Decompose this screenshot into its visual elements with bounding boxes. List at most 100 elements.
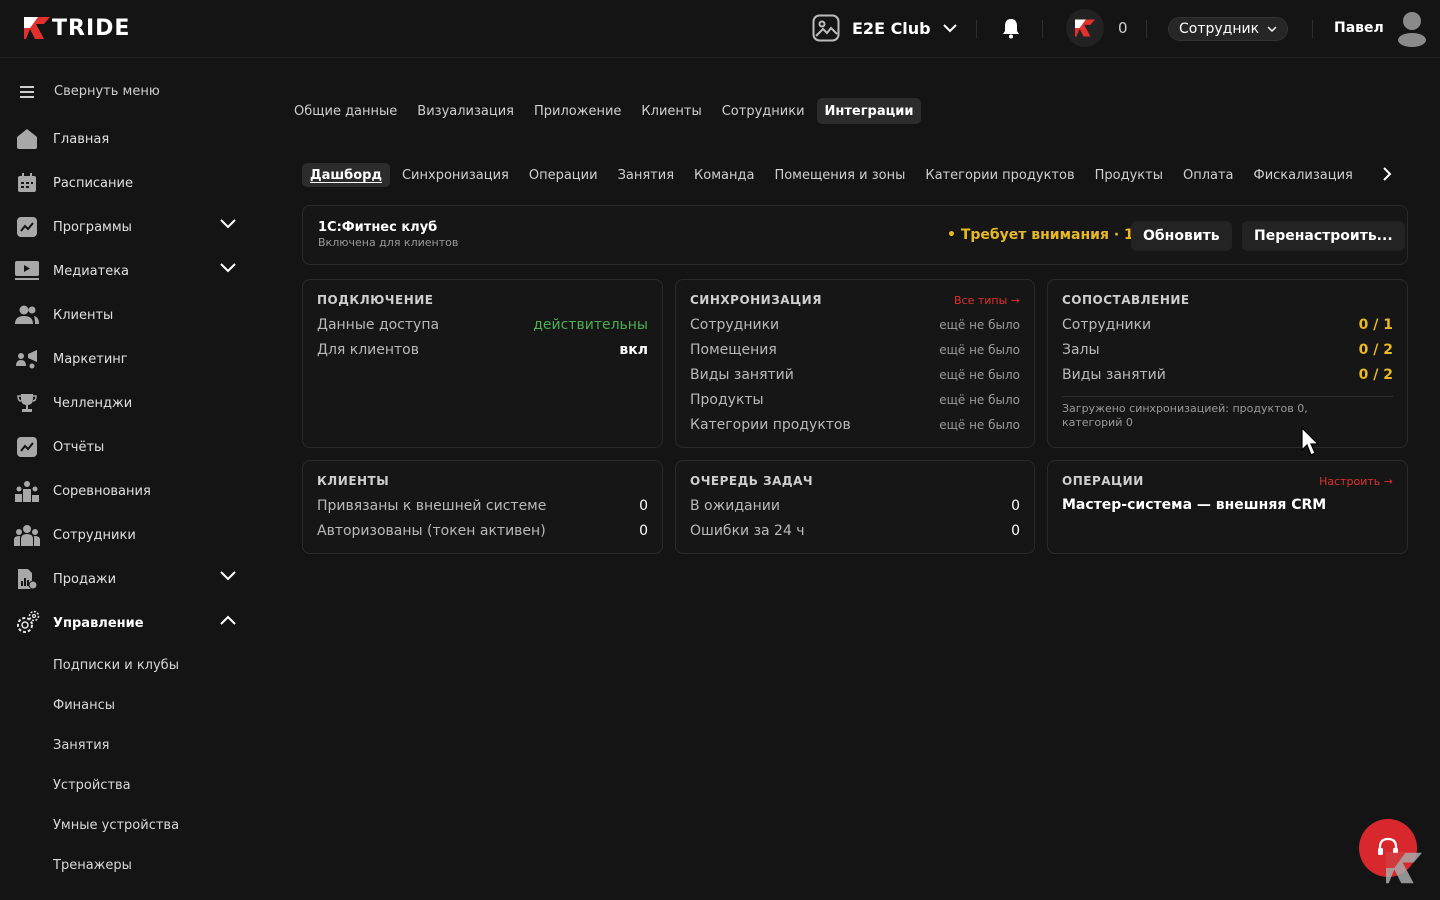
row-label: Продукты <box>690 392 764 408</box>
clients-row: Авторизованы (токен активен) 0 <box>317 521 648 541</box>
sidebar-item-management[interactable]: Управление <box>14 607 240 639</box>
row-value: ещё не было <box>939 418 1020 432</box>
tab-rooms-zones[interactable]: Помещения и зоны <box>766 163 913 187</box>
tab-team[interactable]: Команда <box>686 163 762 187</box>
notifications-button[interactable] <box>1001 17 1021 43</box>
tab-visualization[interactable]: Визуализация <box>409 98 522 124</box>
row-label: Авторизованы (токен активен) <box>317 523 546 539</box>
sidebar-item-staff[interactable]: Сотрудники <box>14 519 240 551</box>
chevron-down-icon <box>1267 25 1277 32</box>
role-selector[interactable]: Сотрудник <box>1168 17 1289 41</box>
sidebar-item-label: Маркетинг <box>53 351 128 367</box>
tab-products[interactable]: Продукты <box>1087 163 1171 187</box>
tab-dashboard[interactable]: Дашборд <box>302 163 390 187</box>
user-name[interactable]: Павел <box>1334 20 1384 36</box>
sidebar-subitem-finance[interactable]: Финансы <box>53 698 115 713</box>
card-title: СОПОСТАВЛЕНИЕ <box>1062 293 1190 307</box>
separator <box>1042 20 1043 38</box>
settings-tabs: Общие данные Визуализация Приложение Кли… <box>286 98 922 124</box>
sidebar-item-label: Расписание <box>53 175 133 191</box>
row-value: 0 <box>1011 498 1020 514</box>
sidebar-subitem-smart-devices[interactable]: Умные устройства <box>53 818 179 833</box>
points-widget[interactable]: 0 <box>1066 9 1128 47</box>
refresh-button[interactable]: Обновить <box>1131 221 1232 251</box>
sidebar-item-label: Челленджи <box>53 395 133 411</box>
tab-integrations[interactable]: Интеграции <box>816 98 922 124</box>
sidebar-subitem-devices[interactable]: Устройства <box>53 778 131 793</box>
queue-card: ОЧЕРЕДЬ ЗАДАЧ В ожидании 0 Ошибки за 24 … <box>675 460 1035 554</box>
sidebar-item-label: Главная <box>53 131 110 147</box>
clients-card: КЛИЕНТЫ Привязаны к внешней системе 0 Ав… <box>302 460 663 554</box>
sidebar-subitem-equipment[interactable]: Тренажеры <box>53 858 132 873</box>
row-value: вкл <box>619 342 648 358</box>
marketing-icon <box>14 346 40 372</box>
calendar-icon <box>14 170 40 196</box>
integration-card: 1С:Фитнес клуб Включена для клиентов • Т… <box>302 205 1408 265</box>
sidebar-item-schedule[interactable]: Расписание <box>14 167 240 199</box>
tab-staff[interactable]: Сотрудники <box>714 98 813 124</box>
club-selector[interactable]: E2E Club <box>812 14 957 42</box>
tab-fiscalization[interactable]: Фискализация <box>1246 163 1361 187</box>
tab-sync[interactable]: Синхронизация <box>394 163 517 187</box>
row-label: Ошибки за 24 ч <box>690 523 805 539</box>
sidebar-item-home[interactable]: Главная <box>14 123 240 155</box>
tab-general[interactable]: Общие данные <box>286 98 405 124</box>
sidebar-item-label: Клиенты <box>53 307 114 323</box>
tab-operations[interactable]: Операции <box>521 163 606 187</box>
chevron-down-icon <box>942 24 957 33</box>
tab-product-categories[interactable]: Категории продуктов <box>917 163 1082 187</box>
competitions-icon <box>14 478 40 504</box>
connection-card: ПОДКЛЮЧЕНИЕ Данные доступа действительны… <box>302 279 663 448</box>
chevron-up-icon <box>220 615 236 625</box>
sidebar-subitem-classes[interactable]: Занятия <box>53 738 109 753</box>
menu-icon <box>20 85 34 98</box>
mapping-card: СОПОСТАВЛЕНИЕ Сотрудники 0 / 1 Залы 0 / … <box>1047 279 1408 448</box>
sidebar-item-clients[interactable]: Клиенты <box>14 299 240 331</box>
card-title: КЛИЕНТЫ <box>317 474 390 488</box>
sidebar-item-challenges[interactable]: Челленджи <box>14 387 240 419</box>
tab-clients[interactable]: Клиенты <box>633 98 709 124</box>
separator <box>1312 20 1313 38</box>
sync-card: СИНХРОНИЗАЦИЯ Все типы → Сотрудники ещё … <box>675 279 1035 448</box>
user-avatar[interactable] <box>1397 11 1427 51</box>
sync-loaded-note: Загружено синхронизацией: продуктов 0, к… <box>1062 402 1308 429</box>
sidebar-item-label: Отчёты <box>53 439 105 455</box>
all-types-link[interactable]: Все типы → <box>954 294 1020 307</box>
collapse-menu-button[interactable]: Свернуть меню <box>16 84 160 99</box>
media-icon <box>14 258 40 284</box>
tab-classes[interactable]: Занятия <box>610 163 682 187</box>
row-label: В ожидании <box>690 498 780 514</box>
row-label: Сотрудники <box>1062 317 1152 333</box>
operations-card: ОПЕРАЦИИ Настроить → Мастер-система — вн… <box>1047 460 1408 554</box>
reports-icon <box>14 434 40 460</box>
row-value: 0 / 2 <box>1358 342 1393 358</box>
sidebar-item-reports[interactable]: Отчёты <box>14 431 240 463</box>
sidebar-item-marketing[interactable]: Маркетинг <box>14 343 240 375</box>
row-value: 0 <box>1011 523 1020 539</box>
sidebar-item-programs[interactable]: Программы <box>14 211 240 243</box>
configure-link[interactable]: Настроить → <box>1319 475 1393 488</box>
sidebar-item-competitions[interactable]: Соревнования <box>14 475 240 507</box>
club-name: E2E Club <box>852 18 931 38</box>
row-label: Залы <box>1062 342 1100 358</box>
user-icon <box>1398 12 1426 47</box>
tab-payment[interactable]: Оплата <box>1175 163 1242 187</box>
tabs-scroll-right-button[interactable] <box>1382 166 1392 186</box>
tab-app[interactable]: Приложение <box>526 98 629 124</box>
sync-row: Виды занятий ещё не было <box>690 365 1020 385</box>
sync-row: Помещения ещё не было <box>690 340 1020 360</box>
tride-logo[interactable]: TRIDE <box>24 15 130 41</box>
logo-text: TRIDE <box>52 15 131 41</box>
integration-tabs: Дашборд Синхронизация Операции Занятия К… <box>302 163 1361 187</box>
sidebar-item-media[interactable]: Медиатека <box>14 255 240 287</box>
row-value: 0 <box>639 523 648 539</box>
row-label: Сотрудники <box>690 317 780 333</box>
sidebar-item-sales[interactable]: Продажи <box>14 563 240 595</box>
row-label: Данные доступа <box>317 317 440 333</box>
row-value: ещё не было <box>939 318 1020 332</box>
staff-icon <box>14 522 40 548</box>
row-value: 0 / 2 <box>1358 367 1393 383</box>
sidebar-subitem-subscriptions[interactable]: Подписки и клубы <box>53 658 179 673</box>
sidebar-item-label: Продажи <box>53 571 117 587</box>
reconfigure-button[interactable]: Перенастроить... <box>1242 221 1405 251</box>
